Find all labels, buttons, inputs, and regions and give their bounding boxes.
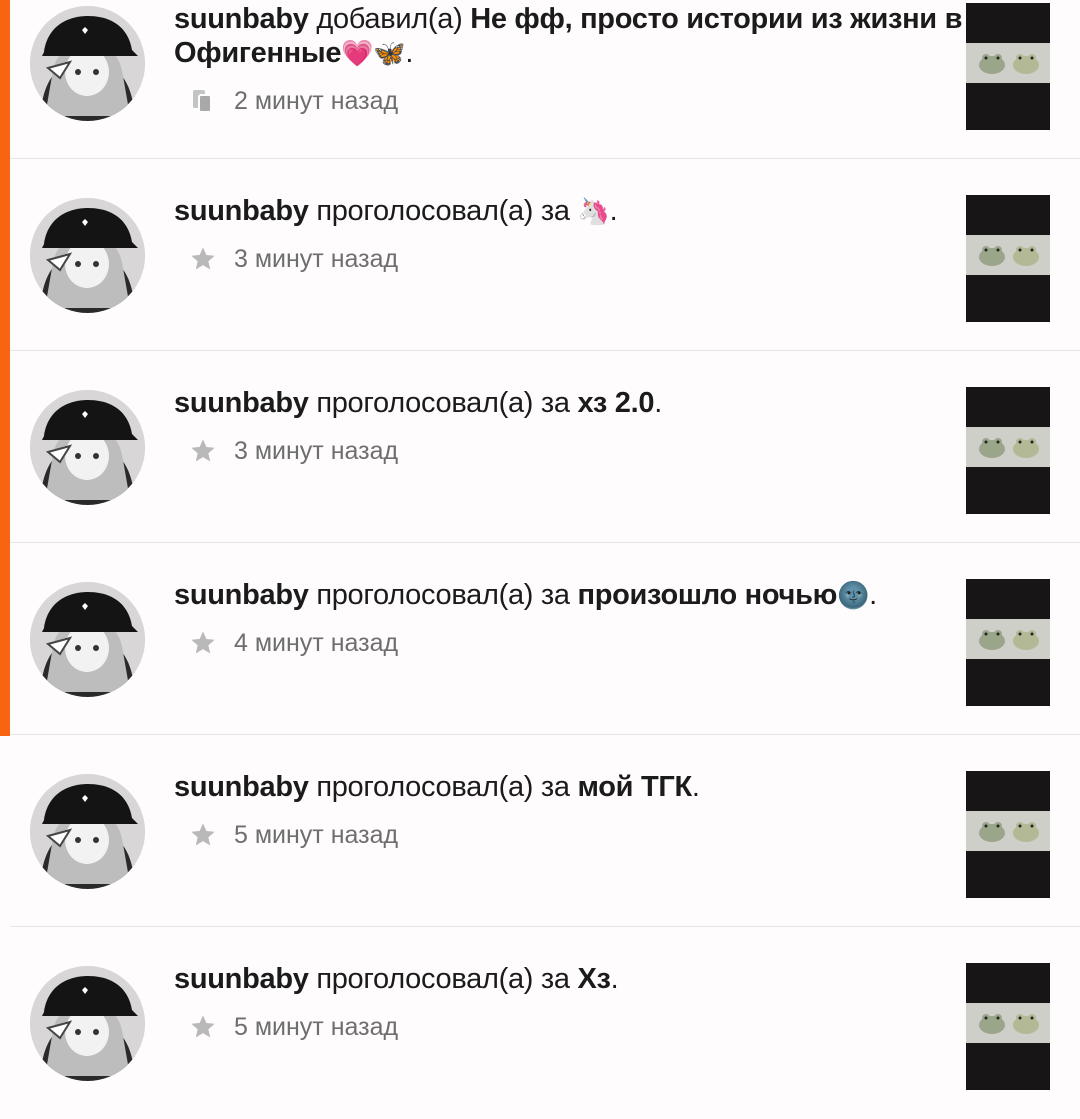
feed-item-meta: 3 минут назад bbox=[188, 434, 398, 468]
feed-item-meta: 3 минут назад bbox=[188, 242, 398, 276]
timestamp: 3 минут назад bbox=[234, 244, 399, 273]
target-link[interactable]: хз 2.0 bbox=[577, 387, 654, 419]
username-link[interactable]: suunbaby bbox=[174, 771, 309, 803]
timestamp: 4 минут назад bbox=[234, 628, 399, 657]
feed-item[interactable]: suunbaby проголосовал(а) за хз 2.0. 3 ми… bbox=[10, 352, 1080, 543]
punctuation: . bbox=[691, 771, 700, 803]
timestamp: 3 минут назад bbox=[234, 436, 399, 465]
feed-item-meta: 2 минут назад bbox=[188, 84, 398, 118]
feed-item-meta: 5 минут назад bbox=[188, 1010, 398, 1044]
feed-item-text: suunbaby проголосовал(а) за 🦄. bbox=[174, 194, 964, 229]
post-thumbnail[interactable] bbox=[966, 579, 1050, 706]
feed-item[interactable]: suunbaby добавил(а) Не фф, просто истори… bbox=[10, 0, 1080, 159]
post-thumbnail[interactable] bbox=[966, 963, 1050, 1090]
avatar[interactable] bbox=[30, 966, 145, 1081]
star-icon bbox=[188, 436, 218, 466]
action-text: добавил(а) bbox=[316, 3, 463, 35]
username-link[interactable]: suunbaby bbox=[174, 195, 309, 227]
star-icon bbox=[188, 1012, 218, 1042]
username-link[interactable]: suunbaby bbox=[174, 387, 309, 419]
target-link[interactable]: Хз bbox=[577, 963, 610, 995]
feed-item[interactable]: suunbaby проголосовал(а) за Хз. 5 минут … bbox=[10, 928, 1080, 1119]
punctuation: . bbox=[609, 195, 618, 227]
avatar[interactable] bbox=[30, 582, 145, 697]
punctuation: . bbox=[869, 579, 877, 611]
avatar[interactable] bbox=[30, 198, 145, 313]
action-text: проголосовал(а) за bbox=[316, 195, 570, 227]
target-link[interactable]: мой ТГК bbox=[577, 771, 692, 803]
target-link[interactable]: произошло ночью bbox=[577, 579, 837, 611]
timestamp: 5 минут назад bbox=[234, 820, 399, 849]
unread-indicator-bar bbox=[0, 0, 10, 736]
feed-item[interactable]: suunbaby проголосовал(а) за мой ТГК. 5 м… bbox=[10, 736, 1080, 927]
emoji: 🌚 bbox=[837, 581, 870, 611]
feed-item-meta: 4 минут назад bbox=[188, 626, 398, 660]
username-link[interactable]: suunbaby bbox=[174, 3, 309, 35]
post-thumbnail[interactable] bbox=[966, 387, 1050, 514]
punctuation: . bbox=[405, 37, 414, 69]
feed-item-text: suunbaby проголосовал(а) за хз 2.0. bbox=[174, 386, 964, 421]
star-icon bbox=[188, 820, 218, 850]
emoji: 💗🦋 bbox=[341, 39, 406, 69]
punctuation: . bbox=[610, 963, 619, 995]
post-thumbnail[interactable] bbox=[966, 195, 1050, 322]
feed-item[interactable]: suunbaby проголосовал(а) за 🦄. 3 минут н… bbox=[10, 160, 1080, 351]
action-text: проголосовал(а) за bbox=[316, 963, 570, 995]
star-icon bbox=[188, 628, 218, 658]
feed-item-text: suunbaby проголосовал(а) за Хз. bbox=[174, 962, 964, 997]
feed-item[interactable]: suunbaby проголосовал(а) за произошло но… bbox=[10, 544, 1080, 735]
avatar[interactable] bbox=[30, 390, 145, 505]
star-icon bbox=[188, 244, 218, 274]
feed-item-text: suunbaby проголосовал(а) за произошло но… bbox=[174, 578, 964, 613]
action-text: проголосовал(а) за bbox=[316, 771, 570, 803]
post-thumbnail[interactable] bbox=[966, 771, 1050, 898]
avatar[interactable] bbox=[30, 774, 145, 889]
action-text: проголосовал(а) за bbox=[316, 387, 570, 419]
post-thumbnail[interactable] bbox=[966, 3, 1050, 130]
copy-icon bbox=[188, 86, 218, 116]
feed-item-text: suunbaby проголосовал(а) за мой ТГК. bbox=[174, 770, 964, 805]
username-link[interactable]: suunbaby bbox=[174, 963, 309, 995]
username-link[interactable]: suunbaby bbox=[174, 579, 309, 611]
feed-item-text: suunbaby добавил(а) Не фф, просто истори… bbox=[174, 2, 964, 71]
emoji: 🦄 bbox=[577, 197, 610, 227]
timestamp: 5 минут назад bbox=[234, 1012, 399, 1041]
action-text: проголосовал(а) за bbox=[316, 579, 570, 611]
punctuation: . bbox=[654, 387, 662, 419]
feed-item-meta: 5 минут назад bbox=[188, 818, 398, 852]
avatar[interactable] bbox=[30, 6, 145, 121]
timestamp: 2 минут назад bbox=[234, 86, 399, 115]
